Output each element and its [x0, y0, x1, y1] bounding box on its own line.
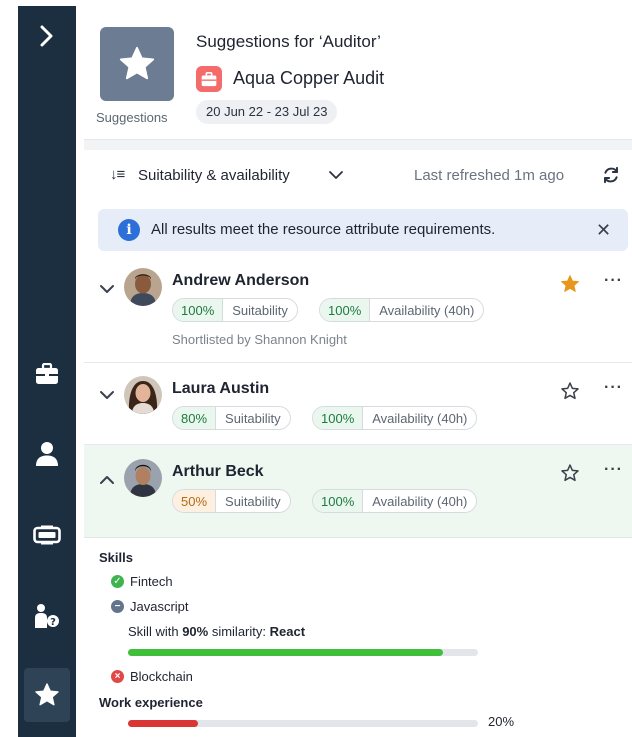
suitability-label: Suitability [225, 410, 281, 426]
star-outline-icon[interactable] [560, 381, 580, 401]
availability-value: 100% [313, 407, 364, 429]
sidebar-item-requests[interactable]: ? [18, 592, 76, 640]
expand-sidebar-button[interactable] [18, 12, 76, 60]
resource-card-icon [33, 525, 61, 545]
skill-name: Blockchain [130, 669, 193, 684]
banner-message: All results meet the resource attribute … [151, 221, 496, 238]
candidate-name[interactable]: Andrew Anderson [172, 272, 309, 290]
similarity-prefix: Skill with [128, 624, 183, 639]
sidebar-item-suggestions[interactable] [24, 668, 70, 722]
x-circle-icon: × [111, 670, 124, 683]
candidate-name[interactable]: Laura Austin [172, 380, 269, 398]
sort-icon[interactable]: ↓≡ [110, 166, 125, 183]
sort-bar: ↓≡ Suitability & availability Last refre… [84, 150, 632, 202]
skill-name: Fintech [130, 574, 173, 589]
similar-skill: React [269, 624, 306, 639]
suitability-badge: 80% Suitability [172, 406, 291, 430]
availability-label: Availability (40h) [372, 493, 468, 509]
refresh-icon[interactable] [602, 166, 620, 184]
suitability-label: Suitability [232, 302, 288, 318]
suitability-label: Suitability [225, 493, 281, 509]
similarity-progress [128, 649, 478, 656]
availability-label: Availability (40h) [379, 302, 475, 318]
minus-circle-icon: − [111, 600, 124, 613]
work-experience-progress [128, 720, 478, 727]
sort-dropdown[interactable]: Suitability & availability [138, 167, 290, 184]
suitability-value: 100% [173, 299, 224, 321]
shortlisted-note: Shortlisted by Shannon Knight [172, 332, 347, 347]
availability-label: Availability (40h) [372, 410, 468, 426]
skill-item: − Javascript [111, 599, 189, 614]
chevron-down-icon[interactable] [98, 388, 116, 402]
candidate-name[interactable]: Arthur Beck [172, 463, 264, 481]
work-experience-progress-fill [128, 720, 198, 727]
availability-value: 100% [313, 490, 364, 512]
similarity-text: Skill with 90% similarity: React [128, 624, 305, 639]
briefcase-icon [36, 363, 58, 384]
last-refreshed-text: Last refreshed 1m ago [414, 167, 565, 184]
date-range-badge: 20 Jun 22 - 23 Jul 23 [196, 100, 338, 124]
suitability-badge: 50% Suitability [172, 489, 291, 513]
candidate-row[interactable]: Laura Austin 80% Suitability 100% Availa… [84, 363, 632, 445]
info-banner: i All results meet the resource attribut… [98, 209, 628, 251]
more-options-icon[interactable]: ··· [604, 272, 623, 290]
person-question-icon: ? [35, 604, 59, 628]
suggestions-tile [100, 27, 174, 101]
tile-caption: Suggestions [96, 110, 168, 125]
sidebar-item-resources[interactable] [18, 511, 76, 559]
more-options-icon[interactable]: ··· [604, 461, 623, 479]
availability-value: 100% [320, 299, 371, 321]
candidate-details: Skills ✓ Fintech − Javascript Skill with… [84, 538, 632, 737]
skill-item: ✓ Fintech [111, 574, 173, 589]
page-title: Suggestions for ‘Auditor’ [196, 32, 381, 51]
project-icon [196, 66, 222, 92]
sidebar: ? [18, 6, 76, 737]
skills-title: Skills [99, 550, 133, 565]
skill-item: × Blockchain [111, 669, 193, 684]
avatar [124, 376, 162, 414]
similarity-middle: similarity: [208, 624, 270, 639]
suitability-value: 80% [173, 407, 217, 429]
suitability-badge: 100% Suitability [172, 298, 298, 322]
more-options-icon[interactable]: ··· [604, 379, 623, 397]
close-banner-button[interactable]: ✕ [596, 220, 611, 240]
suggestions-header: Suggestions Suggestions for ‘Auditor’ Aq… [84, 10, 632, 140]
candidate-row[interactable]: Andrew Anderson 100% Suitability 100% Av… [84, 262, 632, 363]
work-experience-pct: 20% [488, 714, 515, 729]
chevron-down-icon[interactable] [328, 168, 344, 182]
main-panel: Suggestions Suggestions for ‘Auditor’ Aq… [84, 10, 632, 737]
chevron-right-icon [40, 25, 53, 47]
person-icon [36, 442, 58, 466]
briefcase-icon [201, 71, 217, 86]
info-icon: i [118, 219, 140, 241]
chevron-up-icon[interactable] [98, 473, 116, 487]
star-outline-icon[interactable] [560, 463, 580, 483]
work-experience-title: Work experience [99, 695, 203, 710]
check-circle-icon: ✓ [111, 575, 124, 588]
svg-text:?: ? [50, 617, 56, 628]
star-filled-icon[interactable] [560, 274, 580, 294]
similarity-progress-fill [128, 649, 443, 656]
chevron-down-icon[interactable] [98, 282, 116, 296]
sidebar-item-people[interactable] [18, 430, 76, 478]
sidebar-item-projects[interactable] [18, 350, 76, 398]
star-icon [119, 46, 155, 80]
suitability-value: 50% [173, 490, 217, 512]
skill-name: Javascript [130, 599, 189, 614]
availability-badge: 100% Availability (40h) [312, 489, 478, 513]
avatar [124, 459, 162, 497]
avatar [124, 268, 162, 306]
similarity-pct: 90% [182, 624, 209, 639]
candidate-row-expanded[interactable]: Arthur Beck 50% Suitability 100% Availab… [84, 445, 632, 538]
suggestions-list: ↓≡ Suitability & availability Last refre… [84, 150, 632, 737]
availability-badge: 100% Availability (40h) [319, 298, 485, 322]
availability-badge: 100% Availability (40h) [312, 406, 478, 430]
star-icon [35, 683, 59, 706]
project-name[interactable]: Aqua Copper Audit [233, 68, 384, 89]
